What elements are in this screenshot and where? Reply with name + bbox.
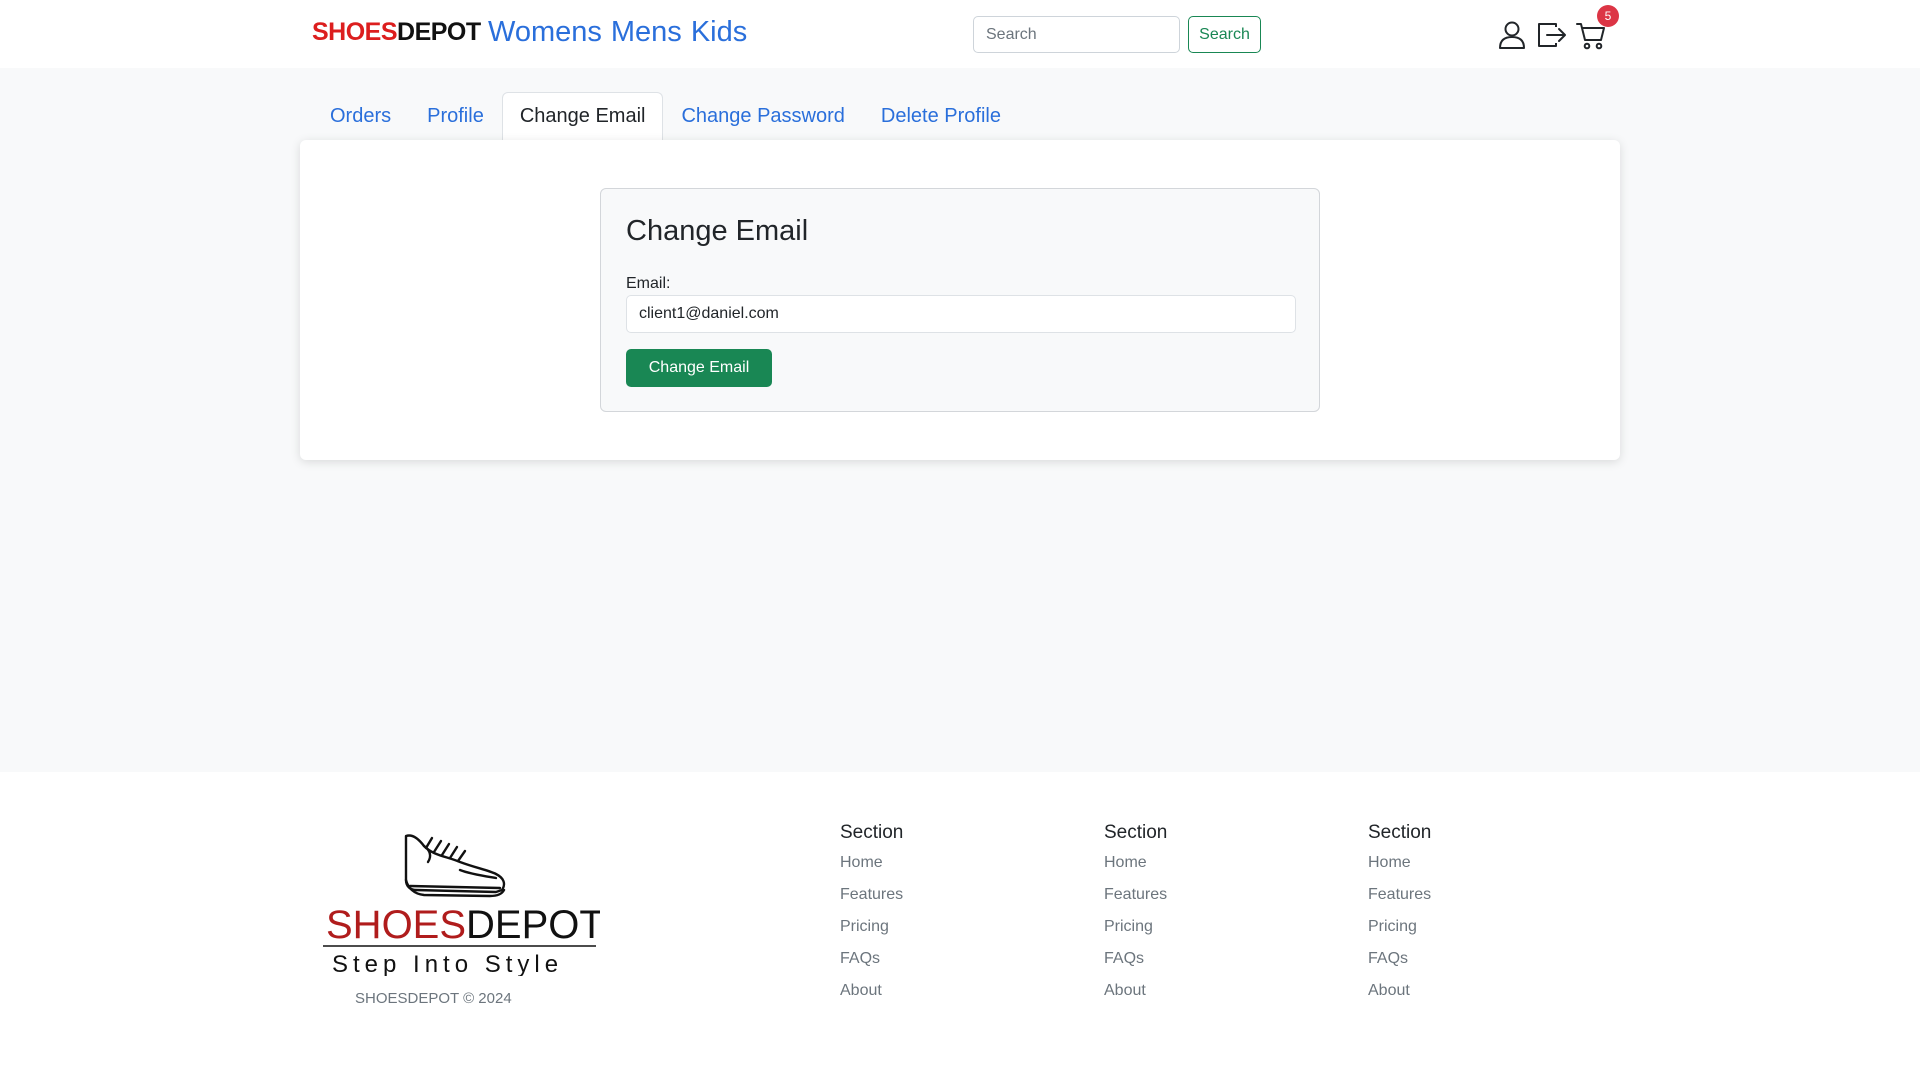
footer-section-1: Section Home Features Pricing FAQs About	[840, 822, 1040, 1013]
footer-link-home[interactable]: Home	[840, 853, 1040, 885]
tab-content-card: Change Email Email: Change Email	[300, 140, 1620, 460]
footer-link-features[interactable]: Features	[840, 885, 1040, 917]
tab-orders[interactable]: Orders	[312, 92, 409, 140]
category-nav: Womens Mens Kids	[488, 16, 747, 49]
footer-section-2: Section Home Features Pricing FAQs About	[1104, 822, 1304, 1013]
tab-change-email[interactable]: Change Email	[501, 92, 664, 140]
footer-section-3: Section Home Features Pricing FAQs About	[1368, 822, 1568, 1013]
nav-link-womens[interactable]: Womens	[488, 16, 602, 49]
email-label: Email:	[626, 275, 671, 292]
change-email-form: Change Email Email: Change Email	[600, 188, 1320, 412]
footer-link-home[interactable]: Home	[1368, 853, 1568, 885]
footer-link-faqs[interactable]: FAQs	[1368, 949, 1568, 981]
shoesdepot-logo: SHOESDEPOT Step Into Style	[323, 834, 600, 976]
cart-count-badge: 5	[1597, 5, 1619, 27]
brand-logo[interactable]: SHOESDEPOT	[312, 18, 481, 47]
sneaker-icon	[404, 834, 506, 898]
footer-link-faqs[interactable]: FAQs	[840, 949, 1040, 981]
footer-link-about[interactable]: About	[1368, 981, 1568, 1013]
footer-link-features[interactable]: Features	[1104, 885, 1304, 917]
tab-profile[interactable]: Profile	[409, 92, 502, 140]
footer-section-title: Section	[840, 822, 904, 843]
footer-link-pricing[interactable]: Pricing	[1104, 917, 1304, 949]
logo-wordmark: SHOESDEPOT	[326, 903, 600, 947]
user-icon[interactable]	[1496, 19, 1528, 51]
tab-delete-profile[interactable]: Delete Profile	[863, 92, 1019, 140]
nav-link-kids[interactable]: Kids	[691, 16, 747, 49]
change-email-button[interactable]: Change Email	[626, 349, 772, 387]
tab-change-password[interactable]: Change Password	[663, 92, 862, 140]
footer-section-title: Section	[1368, 822, 1432, 843]
footer-link-pricing[interactable]: Pricing	[1368, 917, 1568, 949]
logo-tagline: Step Into Style	[332, 951, 563, 976]
top-navbar: SHOESDEPOT Womens Mens Kids Search 5	[0, 0, 1920, 68]
email-field[interactable]	[626, 295, 1296, 333]
search-input[interactable]	[973, 16, 1180, 53]
copyright-text: SHOESDEPOT © 2024	[355, 990, 512, 1007]
footer-link-home[interactable]: Home	[1104, 853, 1304, 885]
footer-section-title: Section	[1104, 822, 1168, 843]
footer-link-faqs[interactable]: FAQs	[1104, 949, 1304, 981]
logout-icon[interactable]	[1536, 19, 1568, 51]
footer-link-features[interactable]: Features	[1368, 885, 1568, 917]
footer: SHOESDEPOT Step Into Style SHOESDEPOT © …	[0, 772, 1920, 1065]
account-tabs: Orders Profile Change Email Change Passw…	[312, 92, 1019, 140]
footer-link-about[interactable]: About	[1104, 981, 1304, 1013]
form-title: Change Email	[626, 215, 809, 247]
footer-link-pricing[interactable]: Pricing	[840, 917, 1040, 949]
search-button[interactable]: Search	[1188, 16, 1261, 53]
nav-link-mens[interactable]: Mens	[611, 16, 682, 49]
footer-link-about[interactable]: About	[840, 981, 1040, 1013]
